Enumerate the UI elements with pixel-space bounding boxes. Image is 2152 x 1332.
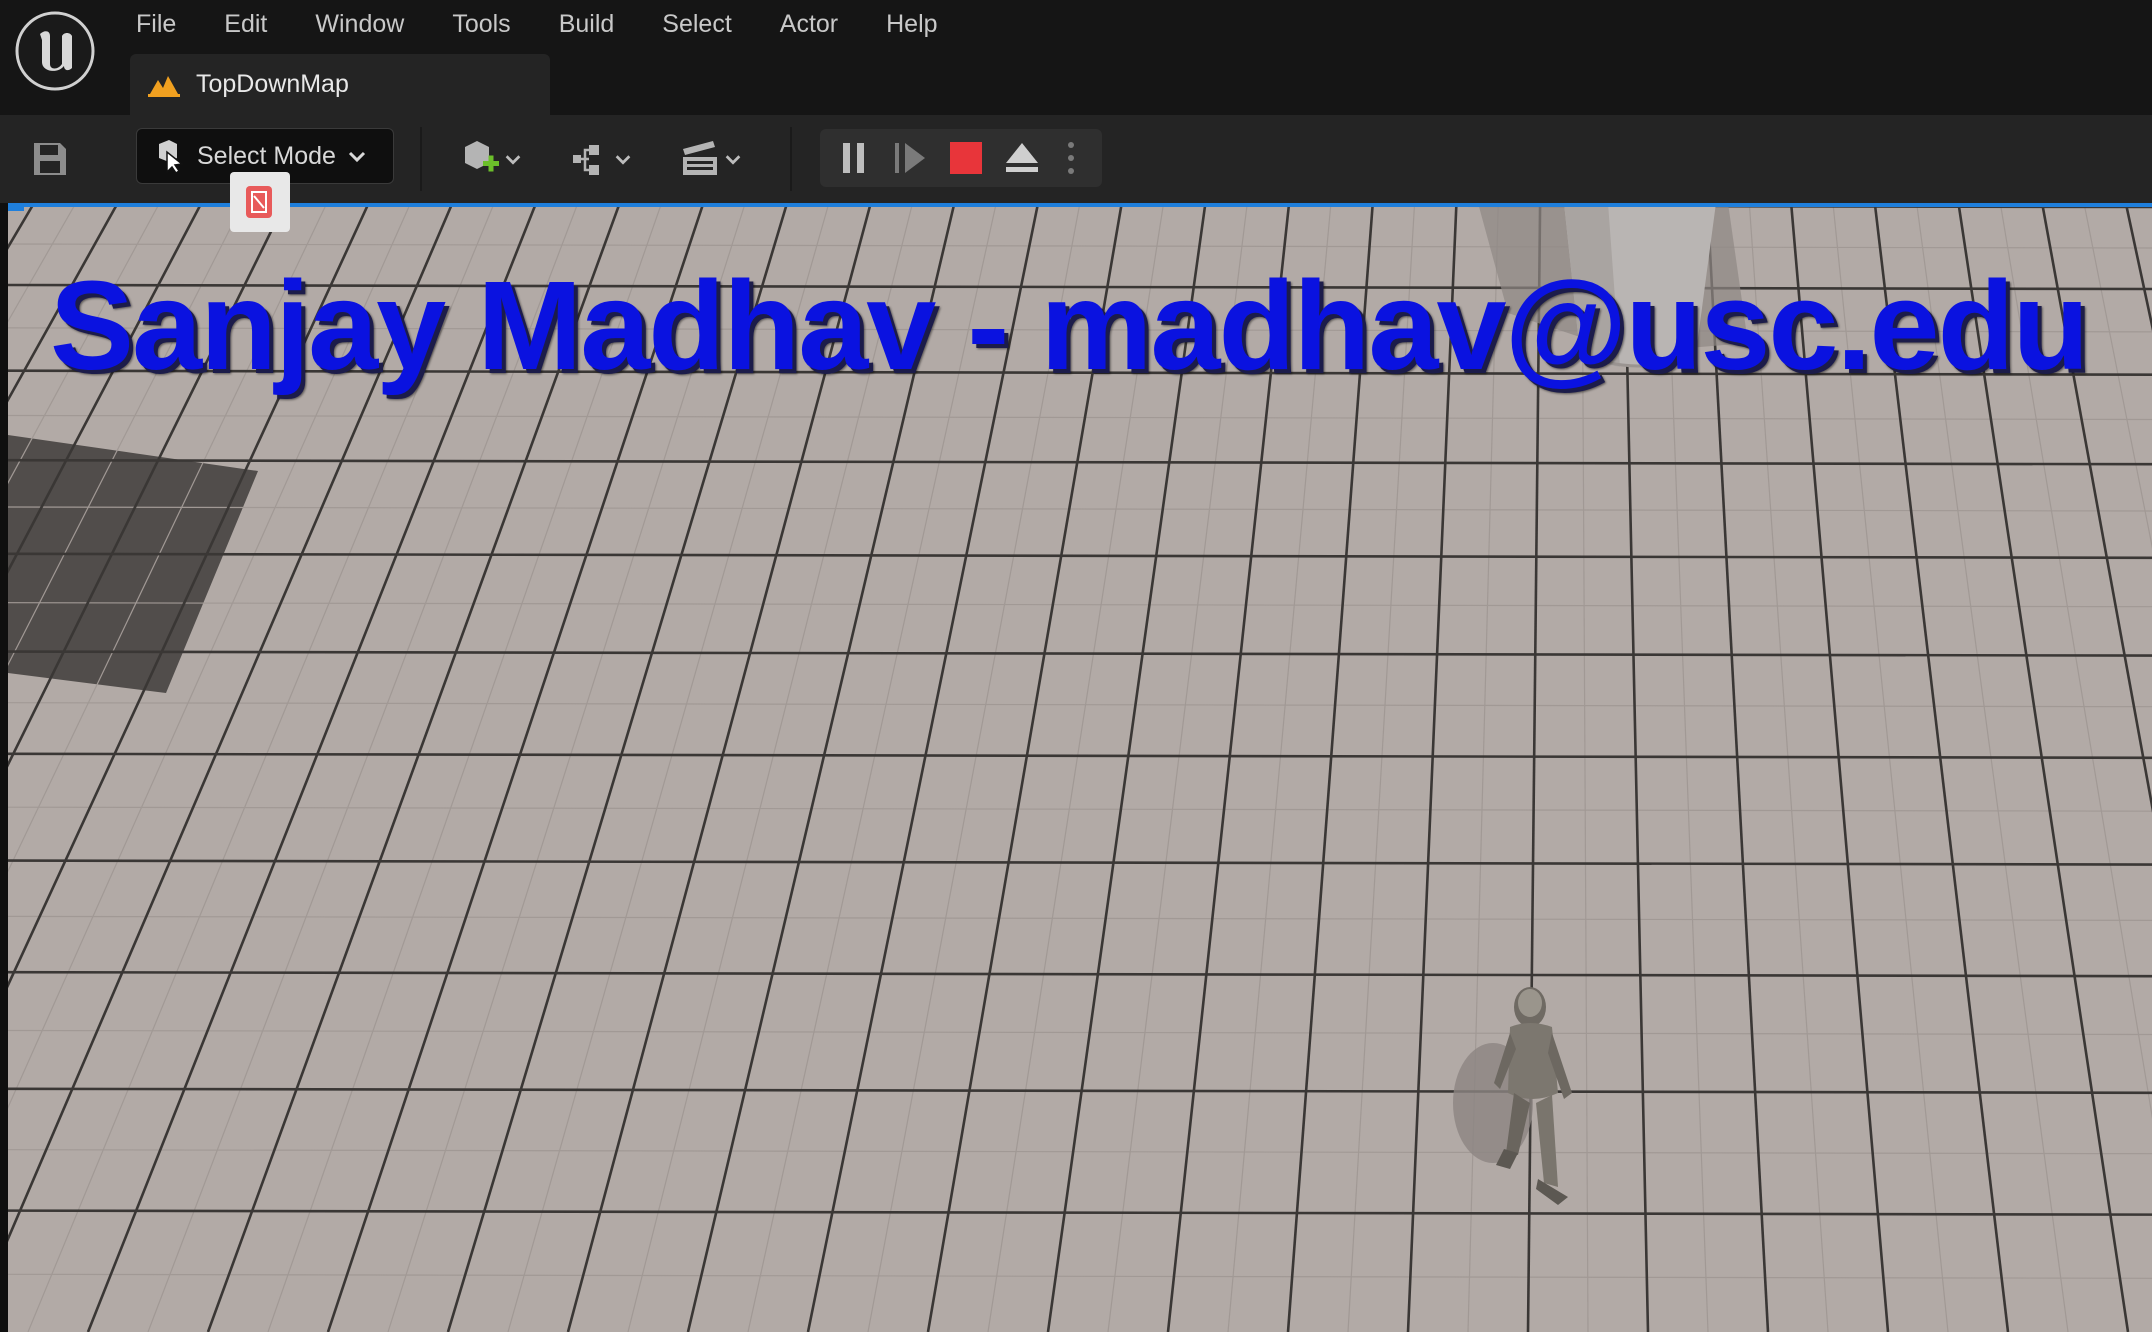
- stop-icon: [950, 142, 982, 174]
- hud-author-text: Sanjay Madhav - madhav@usc.edu: [50, 255, 2090, 396]
- frame-advance-icon: [895, 143, 925, 173]
- blueprint-icon: [573, 145, 599, 175]
- add-actor-icon: [465, 141, 499, 172]
- menu-build[interactable]: Build: [535, 0, 639, 48]
- menu-bar: File Edit Window Tools Build Select Acto…: [112, 0, 962, 48]
- viewport-focus-border: [8, 203, 2152, 207]
- menu-file[interactable]: File: [112, 0, 200, 48]
- add-actor-button[interactable]: [452, 133, 530, 185]
- select-mode-badge-icon: [246, 186, 272, 218]
- eject-button[interactable]: [1002, 138, 1042, 178]
- pause-button[interactable]: [834, 138, 874, 178]
- stop-button[interactable]: [946, 138, 986, 178]
- level-map-icon: [148, 75, 180, 97]
- menu-tools[interactable]: Tools: [428, 0, 534, 48]
- level-viewport[interactable]: Sanjay Madhav - madhav@usc.edu: [8, 203, 2152, 1332]
- viewport-border: [0, 203, 8, 1332]
- toolbar-separator: [790, 127, 792, 191]
- pause-icon: [843, 143, 864, 173]
- main-toolbar: Select Mode: [0, 115, 2152, 203]
- save-button[interactable]: [26, 135, 74, 183]
- more-options-button[interactable]: [1056, 138, 1086, 178]
- chevron-down-icon: [725, 155, 741, 165]
- clapperboard-icon: [683, 141, 717, 175]
- menu-select[interactable]: Select: [638, 0, 755, 48]
- cinematics-button[interactable]: [672, 133, 750, 185]
- save-icon: [34, 143, 66, 175]
- chevron-down-icon: [348, 151, 366, 163]
- eject-icon: [1006, 143, 1038, 172]
- frame-advance-button[interactable]: [890, 138, 930, 178]
- unreal-engine-logo-icon[interactable]: [14, 10, 96, 92]
- menu-window[interactable]: Window: [291, 0, 428, 48]
- play-controls: [820, 129, 1102, 187]
- menu-help[interactable]: Help: [862, 0, 961, 48]
- chevron-down-icon: [505, 155, 521, 165]
- blueprint-button[interactable]: [562, 133, 640, 185]
- chevron-down-icon: [615, 155, 631, 165]
- select-mode-label: Select Mode: [197, 141, 336, 170]
- toolbar-separator: [420, 127, 422, 191]
- viewport-corner-marker: [8, 203, 24, 211]
- more-options-icon: [1068, 142, 1074, 174]
- level-tab-label: TopDownMap: [196, 70, 349, 98]
- menu-actor[interactable]: Actor: [756, 0, 862, 48]
- menu-edit[interactable]: Edit: [200, 0, 291, 48]
- level-tab[interactable]: TopDownMap: [130, 54, 550, 115]
- mode-indicator-badge: [230, 172, 290, 232]
- select-mode-icon: [159, 140, 184, 174]
- title-bar: File Edit Window Tools Build Select Acto…: [0, 0, 2152, 115]
